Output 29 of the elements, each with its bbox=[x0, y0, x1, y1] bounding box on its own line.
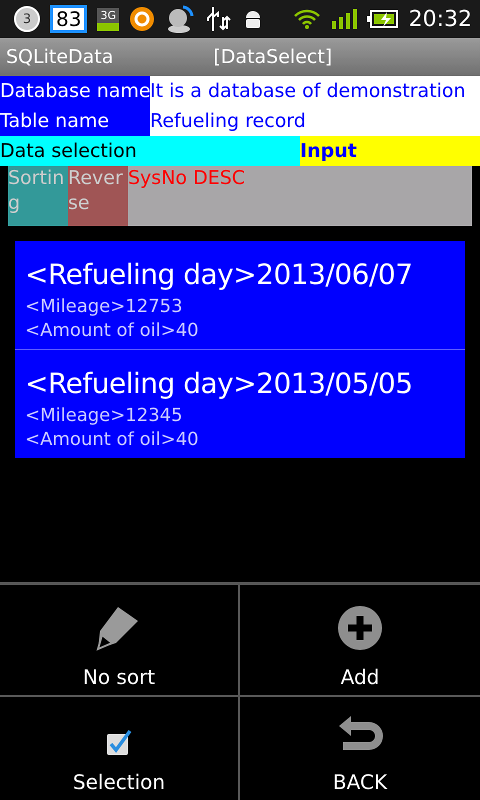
field-value: Refueling record bbox=[150, 106, 480, 136]
add-icon bbox=[337, 604, 383, 650]
field-value: It is a database of demonstration bbox=[150, 76, 480, 106]
record-oil: <Amount of oil>40 bbox=[25, 428, 200, 452]
ring-icon bbox=[128, 6, 155, 32]
screen-title: [DataSelect] bbox=[213, 46, 332, 68]
usb-icon bbox=[204, 5, 231, 33]
record-oil: <Amount of oil>40 bbox=[25, 319, 200, 343]
record-title: <Refueling day>2013/05/05 bbox=[25, 366, 414, 402]
sort-order: SysNo DESC bbox=[128, 166, 246, 191]
input-button[interactable]: Input bbox=[300, 136, 480, 166]
clock: 20:32 bbox=[408, 6, 472, 32]
record-item[interactable]: <Refueling day>2013/05/05 <Mileage>12345 <Amount of oil>40 bbox=[15, 349, 465, 458]
data-selection-label: Data selection bbox=[0, 136, 300, 166]
signal-icon bbox=[330, 9, 357, 29]
record-mileage: <Mileage>12753 bbox=[25, 295, 184, 319]
battery-icon bbox=[366, 9, 399, 29]
wifi-icon bbox=[292, 8, 321, 30]
widget-number: 83 bbox=[50, 5, 88, 33]
record-title: <Refueling day>2013/06/07 bbox=[25, 257, 414, 293]
app-title: SQLiteData bbox=[6, 46, 114, 68]
network-badge: 3G bbox=[97, 8, 119, 30]
record-mileage: <Mileage>12345 bbox=[25, 404, 184, 428]
notification-count: 3 bbox=[14, 6, 40, 32]
field-label: Database name bbox=[0, 76, 150, 106]
field-label: Table name bbox=[0, 106, 150, 136]
checkbox-icon bbox=[106, 730, 132, 756]
menu-item[interactable]: Selection bbox=[0, 694, 240, 800]
record-item[interactable]: <Refueling day>2013/06/07 <Mileage>12753 <Amount of oil>40 bbox=[15, 241, 465, 349]
